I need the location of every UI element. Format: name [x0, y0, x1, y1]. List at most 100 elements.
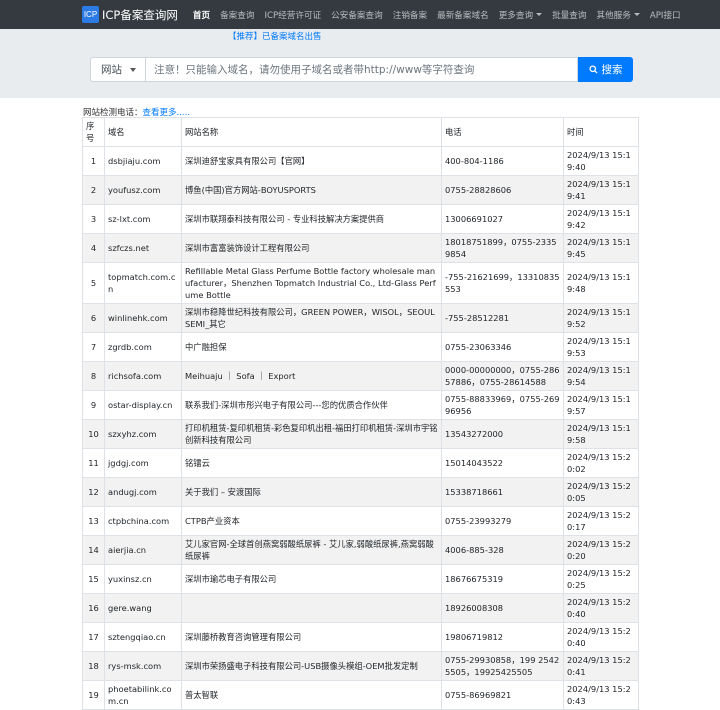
records-table: 序号 域名 网站名称 电话 时间 1 dsbjiaju.com 深圳迪舒宝家具有限公… [82, 117, 639, 710]
nav-item-cancelled-record[interactable]: 注销备案 [388, 9, 432, 21]
icp-logo-icon: ICP [82, 6, 99, 23]
row-phone: 18018751899，0755-23359854 [441, 233, 564, 263]
nav-item-other-services[interactable]: 其他服务 [591, 9, 644, 21]
table-row: 13 ctpbchina.com CTPB产业资本 0755-23993279 2024… [82, 506, 639, 536]
row-index: 15 [82, 564, 105, 594]
table-row: 3 sz-lxt.com 深圳市联翔泰科技有限公司 - 专业科技解决方案提供商 130… [82, 204, 639, 234]
row-index: 6 [82, 303, 105, 333]
row-site-name: Meihuaju ｜ Sofa ｜ Export [181, 361, 442, 391]
row-time: 2024/9/13 15:19:48 [563, 262, 639, 304]
table-row: 18 rys-msk.com 深圳市荣扬盛电子科技有限公司-USB摄像头模组-OEM… [82, 651, 639, 681]
row-index: 12 [82, 477, 105, 507]
row-domain[interactable]: sz-lxt.com [104, 204, 182, 234]
row-domain[interactable]: szfczs.net [104, 233, 182, 263]
row-phone: 0755-23063346 [441, 332, 564, 362]
row-phone: 13006691027 [441, 204, 564, 234]
row-index: 17 [82, 622, 105, 652]
row-time: 2024/9/13 15:20:25 [563, 564, 639, 594]
row-domain[interactable]: szxyhz.com [104, 419, 182, 449]
nav-item-home[interactable]: 首页 [188, 9, 215, 21]
row-time: 2024/9/13 15:19:40 [563, 146, 639, 176]
row-time: 2024/9/13 15:19:58 [563, 419, 639, 449]
search-input[interactable] [146, 57, 578, 82]
table-header-row: 序号 域名 网站名称 电话 时间 [82, 117, 639, 147]
row-domain[interactable]: topmatch.com.cn [104, 262, 182, 304]
table-row: 15 yuxinsz.cn 深圳市瑜芯电子有限公司 18676675319 2024/9… [82, 564, 639, 594]
table-row: 10 szxyhz.com 打印机租赁-复印机租赁-彩色复印机出租-福田打印机租赁-… [82, 419, 639, 449]
row-site-name: 深圳迪舒宝家具有限公司【官网】 [181, 146, 442, 176]
row-site-name: 深圳市富富装饰设计工程有限公司 [181, 233, 442, 263]
search-button[interactable]: 搜索 [578, 57, 633, 82]
row-index: 16 [82, 593, 105, 623]
row-phone: 18926008308 [441, 593, 564, 623]
row-domain[interactable]: winlinehk.com [104, 303, 182, 333]
row-domain[interactable]: rys-msk.com [104, 651, 182, 681]
table-row: 9 ostar-display.cn 联系我们-深圳市彤兴电子有限公司---您的优质… [82, 390, 639, 420]
row-time: 2024/9/13 15:20:02 [563, 448, 639, 478]
row-domain[interactable]: ctpbchina.com [104, 506, 182, 536]
nav-item-police-record[interactable]: 公安备案查询 [326, 9, 388, 21]
top-navbar: ICP ICP备案查询网 首页 备案查询 ICP经营许可证 公安备案查询 注销备… [0, 0, 720, 29]
nav-item-batch-query[interactable]: 批量查询 [547, 9, 591, 21]
nav-item-latest-domains[interactable]: 最新备案域名 [432, 9, 494, 21]
row-domain[interactable]: youfusz.com [104, 175, 182, 205]
nav-item-icp-query[interactable]: 备案查询 [215, 9, 259, 21]
row-phone: 19806719812 [441, 622, 564, 652]
row-site-name: CTPB产业资本 [181, 506, 442, 536]
row-domain[interactable]: dsbjiaju.com [104, 146, 182, 176]
table-body: 1 dsbjiaju.com 深圳迪舒宝家具有限公司【官网】 400-804-1186… [82, 146, 639, 710]
row-index: 9 [82, 390, 105, 420]
chevron-down-icon [130, 67, 136, 72]
row-index: 5 [82, 262, 105, 304]
search-icon [588, 65, 598, 74]
row-phone: 400-804-1186 [441, 146, 564, 176]
brand-link[interactable]: ICP ICP备案查询网 [82, 6, 178, 23]
row-domain[interactable]: phoetabilink.com.cn [104, 680, 182, 710]
row-domain[interactable]: sztengqiao.cn [104, 622, 182, 652]
table-row: 2 youfusz.com 博鱼(中国)官方网站-BOYUSPORTS 0755-28… [82, 175, 639, 205]
row-index: 1 [82, 146, 105, 176]
row-domain[interactable]: andugj.com [104, 477, 182, 507]
row-time: 2024/9/13 15:19:41 [563, 175, 639, 205]
row-phone: 15014043522 [441, 448, 564, 478]
nav-item-icp-license[interactable]: ICP经营许可证 [259, 9, 326, 21]
row-site-name: 博鱼(中国)官方网站-BOYUSPORTS [181, 175, 442, 205]
chevron-down-icon [633, 13, 640, 16]
row-domain[interactable]: ostar-display.cn [104, 390, 182, 420]
row-site-name: Refillable Metal Glass Perfume Bottle fa… [181, 262, 442, 304]
row-domain[interactable]: yuxinsz.cn [104, 564, 182, 594]
col-header-phone: 电话 [441, 117, 564, 147]
row-phone: -755-21621699，13310835553 [441, 262, 564, 304]
row-time: 2024/9/13 15:19:54 [563, 361, 639, 391]
row-domain[interactable]: jgdgj.com [104, 448, 182, 478]
row-site-name: 深圳市联翔泰科技有限公司 - 专业科技解决方案提供商 [181, 204, 442, 234]
nav-item-more-query[interactable]: 更多查询 [494, 9, 547, 21]
table-row: 17 sztengqiao.cn 深圳藤桥教育咨询管理有限公司 19806719812… [82, 622, 639, 652]
recommend-link[interactable]: 【推荐】已备案域名出售 [228, 30, 322, 42]
col-header-time: 时间 [563, 117, 639, 147]
row-time: 2024/9/13 15:19:53 [563, 332, 639, 362]
row-time: 2024/9/13 15:20:43 [563, 680, 639, 710]
row-index: 18 [82, 651, 105, 681]
row-time: 2024/9/13 15:19:42 [563, 204, 639, 234]
col-header-domain: 域名 [104, 117, 182, 147]
row-domain[interactable]: zgrdb.com [104, 332, 182, 362]
row-phone: 0755-86969821 [441, 680, 564, 710]
row-site-name: 深圳市瑜芯电子有限公司 [181, 564, 442, 594]
table-row: 7 zgrdb.com 中广融担保 0755-23063346 2024/9/13 15… [82, 332, 639, 362]
row-index: 13 [82, 506, 105, 536]
search-type-select[interactable]: 网站 [90, 57, 146, 82]
row-index: 8 [82, 361, 105, 391]
row-index: 7 [82, 332, 105, 362]
table-row: 8 richsofa.com Meihuaju ｜ Sofa ｜ Export 000… [82, 361, 639, 391]
row-phone: 15338718661 [441, 477, 564, 507]
row-phone: 0755-23993279 [441, 506, 564, 536]
row-domain[interactable]: richsofa.com [104, 361, 182, 391]
col-header-site-name: 网站名称 [181, 117, 442, 147]
row-site-name: 打印机租赁-复印机租赁-彩色复印机出租-福田打印机租赁-深圳市宇铭创新科技有限公… [181, 419, 442, 449]
nav-item-api[interactable]: API接口 [645, 9, 686, 21]
row-time: 2024/9/13 15:20:40 [563, 593, 639, 623]
row-domain[interactable]: gere.wang [104, 593, 182, 623]
row-time: 2024/9/13 15:20:41 [563, 651, 639, 681]
row-time: 2024/9/13 15:20:40 [563, 622, 639, 652]
